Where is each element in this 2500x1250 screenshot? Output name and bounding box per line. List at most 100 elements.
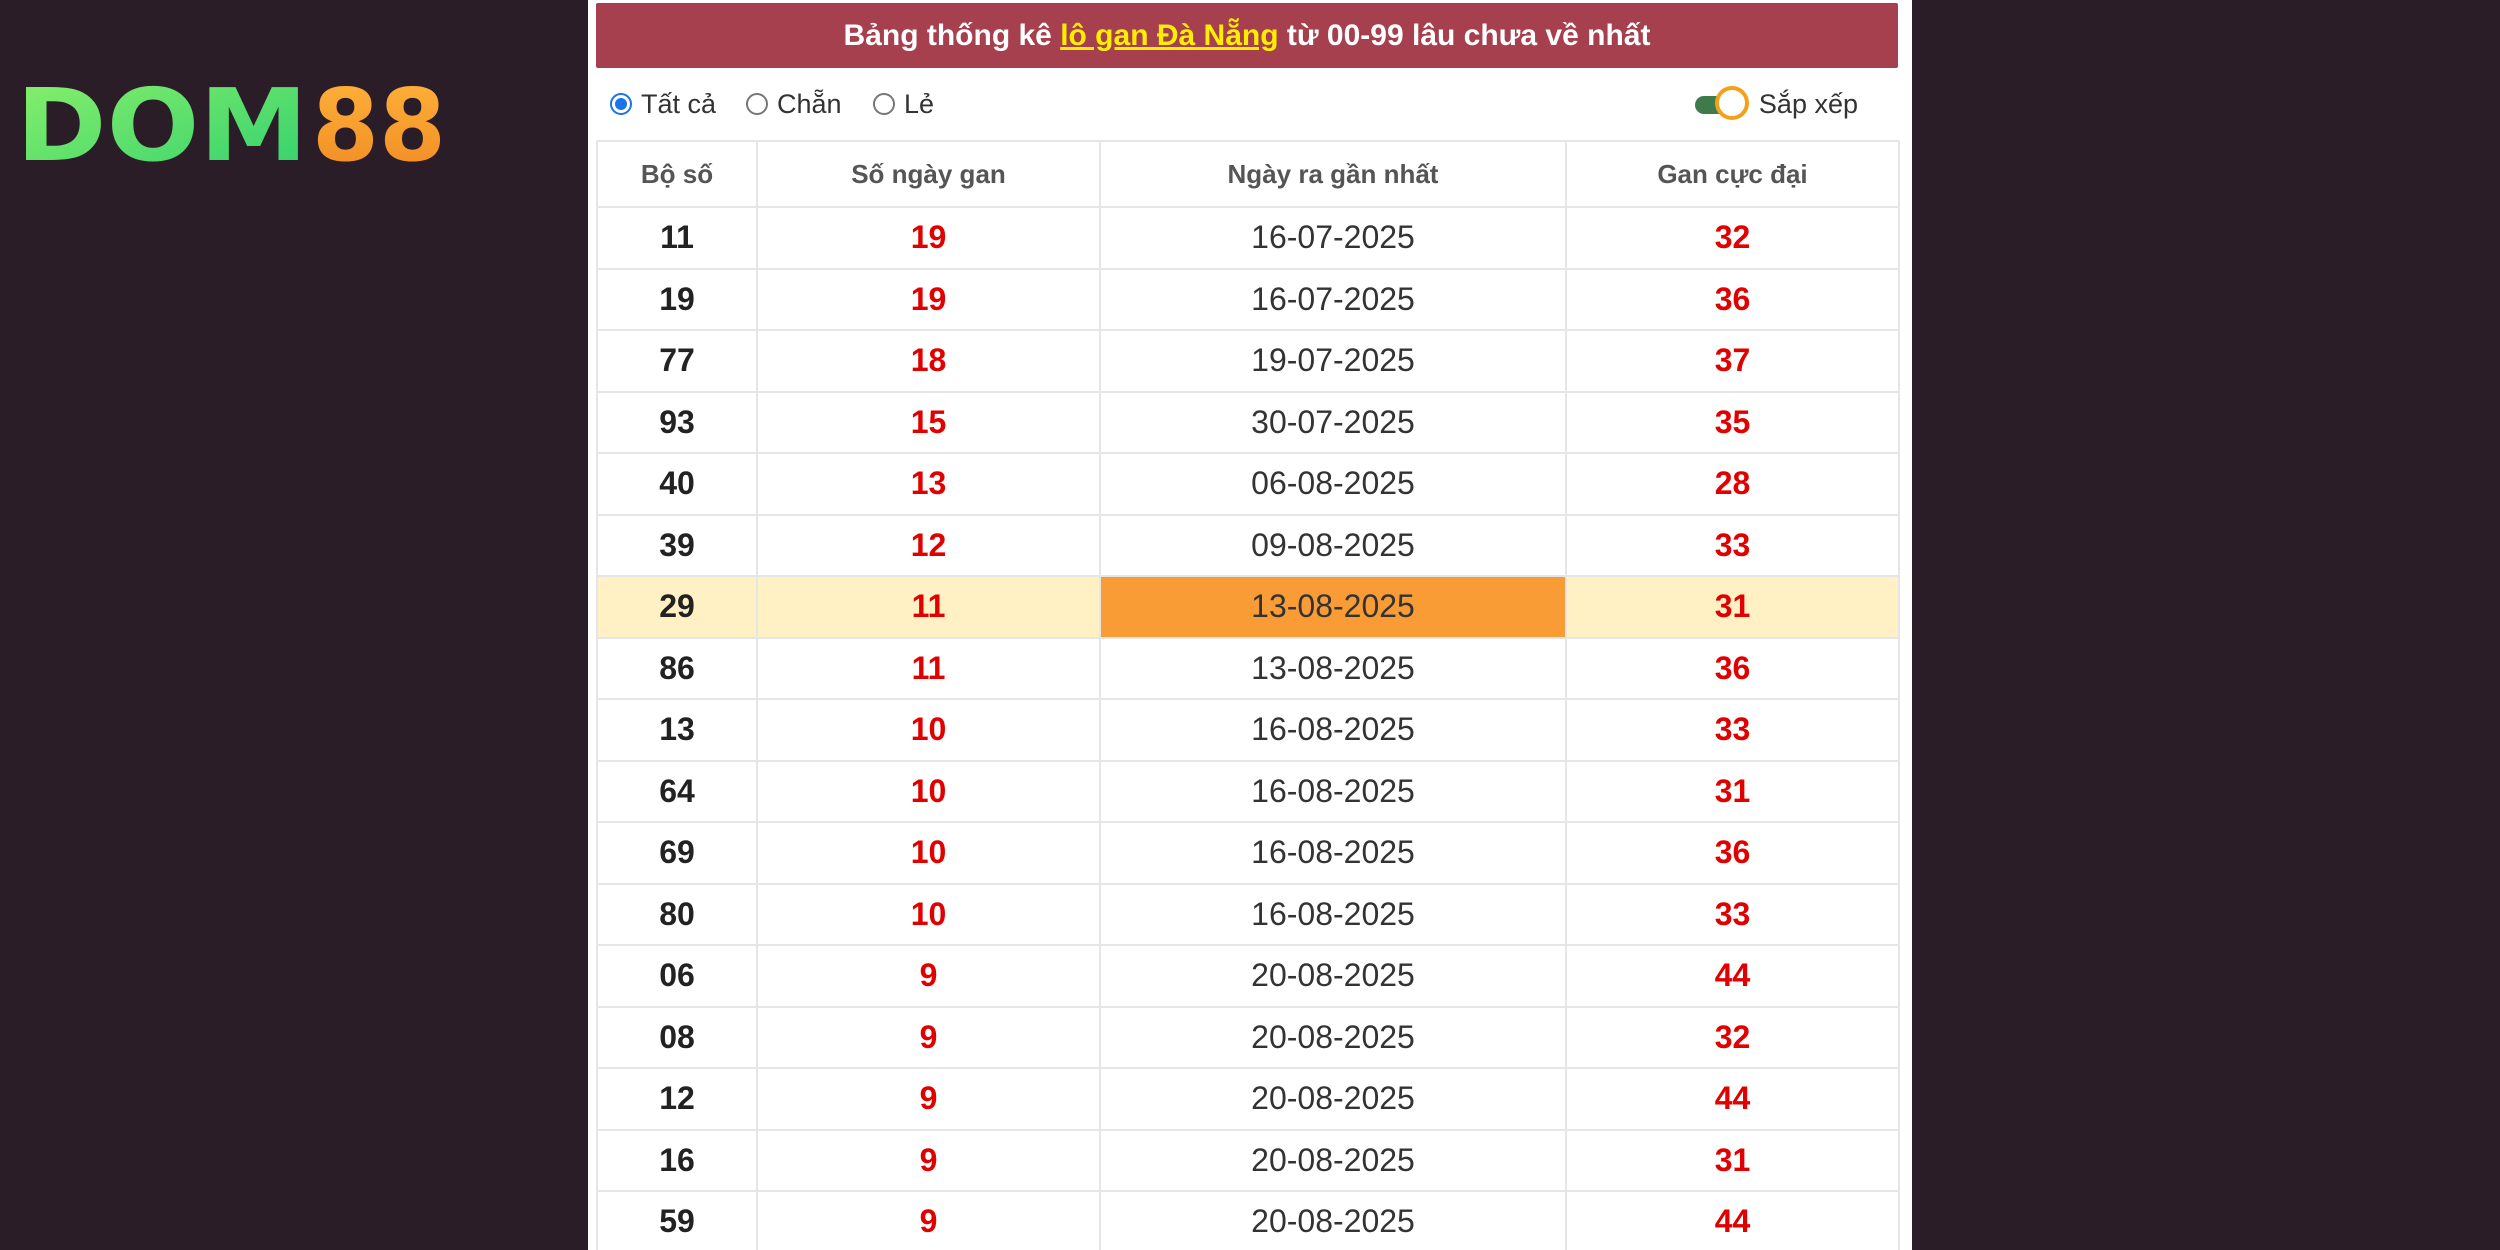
lo-gan-table: Bộ số Số ngày gan Ngày ra gần nhất Gan c… [596,140,1900,1250]
cell-so-ngay-gan: 10 [756,821,1101,885]
cell-ngay-ra: 20-08-2025 [1099,1005,1567,1069]
title-prefix: Bảng thống kê [843,19,1061,52]
cell-so-ngay-gan: 9 [756,1128,1101,1192]
table-row: 11 19 16-07-2025 32 [596,206,1900,270]
cell-ngay-ra: 20-08-2025 [1099,1190,1567,1250]
radio-even[interactable] [746,93,768,115]
cell-ngay-ra: 16-08-2025 [1099,759,1567,823]
cell-ngay-ra: 20-08-2025 [1099,944,1567,1008]
cell-bo-so: 29 [596,575,758,639]
cell-gan-cuc-dai: 44 [1565,1190,1900,1250]
sort-switch[interactable] [1694,86,1753,122]
logo-text-88: 88 [312,80,446,170]
cell-gan-cuc-dai: 36 [1565,267,1900,331]
sort-toggle[interactable]: Sắp xếp [1694,84,1858,124]
filter-even-label: Chẵn [777,88,842,119]
filter-odd-label: Lẻ [904,88,935,119]
cell-so-ngay-gan: 10 [756,698,1101,762]
cell-so-ngay-gan: 12 [756,513,1101,577]
table-row: 39 12 09-08-2025 33 [596,513,1900,577]
table-row: 86 11 13-08-2025 36 [596,636,1900,700]
cell-gan-cuc-dai: 35 [1565,390,1900,454]
cell-bo-so: 80 [596,882,758,946]
cell-gan-cuc-dai: 28 [1565,452,1900,516]
cell-bo-so: 77 [596,329,758,393]
table-row: 93 15 30-07-2025 35 [596,390,1900,454]
table-row: 08 9 20-08-2025 32 [596,1005,1900,1069]
cell-ngay-ra: 30-07-2025 [1099,390,1567,454]
switch-knob [1714,86,1749,120]
filter-all-label: Tất cả [641,88,717,119]
cell-so-ngay-gan: 9 [756,1067,1101,1131]
table-body: 11 19 16-07-2025 32 19 19 16-07-2025 36 77 18 19-0… [596,206,1900,1250]
filter-even[interactable]: Chẵn [746,86,842,122]
title-suffix: từ 00-99 lâu chưa về nhất [1278,19,1651,52]
cell-gan-cuc-dai: 37 [1565,329,1900,393]
cell-bo-so: 11 [596,206,758,270]
cell-gan-cuc-dai: 44 [1565,1067,1900,1131]
cell-bo-so: 39 [596,513,758,577]
cell-gan-cuc-dai: 32 [1565,1005,1900,1069]
cell-gan-cuc-dai: 33 [1565,698,1900,762]
cell-bo-so: 59 [596,1190,758,1250]
header-ngay-ra-gan-nhat[interactable]: Ngày ra gần nhất [1099,140,1567,208]
title-link-lo-gan-da-nang[interactable]: lô gan Đà Nẵng [1060,19,1278,52]
table-row: 59 9 20-08-2025 44 [596,1190,1900,1250]
lo-gan-panel: Bảng thống kê lô gan Đà Nẵng từ 00-99 lâ… [588,0,1912,1250]
table-row: 80 10 16-08-2025 33 [596,882,1900,946]
cell-bo-so: 19 [596,267,758,331]
cell-so-ngay-gan: 9 [756,1005,1101,1069]
table-title: Bảng thống kê lô gan Đà Nẵng từ 00-99 lâ… [596,3,1898,68]
cell-so-ngay-gan: 9 [756,944,1101,1008]
table-row: 69 10 16-08-2025 36 [596,821,1900,885]
table-row: 12 9 20-08-2025 44 [596,1067,1900,1131]
cell-so-ngay-gan: 18 [756,329,1101,393]
cell-gan-cuc-dai: 44 [1565,944,1900,1008]
cell-gan-cuc-dai: 33 [1565,882,1900,946]
table-row: 19 19 16-07-2025 36 [596,267,1900,331]
table-header-row: Bộ số Số ngày gan Ngày ra gần nhất Gan c… [596,140,1900,208]
cell-so-ngay-gan: 19 [756,267,1101,331]
table-row: 13 10 16-08-2025 33 [596,698,1900,762]
cell-gan-cuc-dai: 36 [1565,636,1900,700]
cell-so-ngay-gan: 10 [756,759,1101,823]
cell-so-ngay-gan: 10 [756,882,1101,946]
cell-ngay-ra: 13-08-2025 [1099,575,1567,639]
cell-ngay-ra: 19-07-2025 [1099,329,1567,393]
cell-gan-cuc-dai: 36 [1565,821,1900,885]
header-so-ngay-gan[interactable]: Số ngày gan [756,140,1101,208]
cell-ngay-ra: 16-07-2025 [1099,206,1567,270]
cell-so-ngay-gan: 9 [756,1190,1101,1250]
cell-so-ngay-gan: 11 [756,575,1101,639]
table-row: 77 18 19-07-2025 37 [596,329,1900,393]
table-row: 16 9 20-08-2025 31 [596,1128,1900,1192]
header-bo-so[interactable]: Bộ số [596,140,758,208]
cell-bo-so: 93 [596,390,758,454]
header-gan-cuc-dai[interactable]: Gan cực đại [1565,140,1900,208]
cell-bo-so: 16 [596,1128,758,1192]
cell-ngay-ra: 20-08-2025 [1099,1128,1567,1192]
cell-bo-so: 08 [596,1005,758,1069]
filter-odd[interactable]: Lẻ [873,86,934,122]
cell-ngay-ra: 09-08-2025 [1099,513,1567,577]
cell-bo-so: 69 [596,821,758,885]
table-row: 29 11 13-08-2025 31 [596,575,1900,639]
table-row: 40 13 06-08-2025 28 [596,452,1900,516]
cell-ngay-ra: 16-08-2025 [1099,821,1567,885]
cell-bo-so: 40 [596,452,758,516]
cell-so-ngay-gan: 13 [756,452,1101,516]
logo-text-dom: DOM [16,80,308,170]
cell-gan-cuc-dai: 31 [1565,759,1900,823]
sort-label: Sắp xếp [1758,88,1858,119]
cell-so-ngay-gan: 11 [756,636,1101,700]
cell-bo-so: 13 [596,698,758,762]
radio-odd[interactable] [873,93,895,115]
cell-bo-so: 86 [596,636,758,700]
filter-all[interactable]: Tất cả [610,86,716,122]
filter-bar: Tất cả Chẵn Lẻ Sắp xếp [596,72,1898,136]
table-row: 64 10 16-08-2025 31 [596,759,1900,823]
cell-gan-cuc-dai: 31 [1565,1128,1900,1192]
cell-gan-cuc-dai: 31 [1565,575,1900,639]
radio-all[interactable] [610,93,632,115]
cell-bo-so: 06 [596,944,758,1008]
